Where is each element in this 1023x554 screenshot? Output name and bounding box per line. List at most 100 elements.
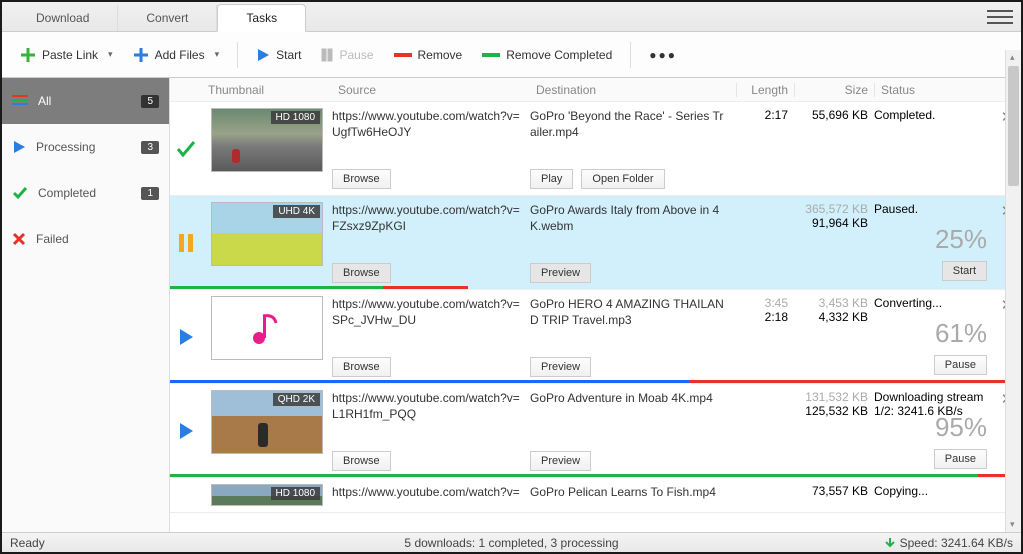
- browse-button[interactable]: Browse: [332, 451, 391, 471]
- status-text: Copying...: [874, 484, 928, 498]
- preview-button[interactable]: Preview: [530, 451, 591, 471]
- tab-convert[interactable]: Convert: [118, 5, 217, 31]
- size-value: 55,696 KB: [794, 108, 874, 189]
- status-text: Paused.: [874, 202, 918, 216]
- play-icon: [178, 422, 194, 440]
- header-status[interactable]: Status: [874, 83, 993, 97]
- length-total: 3:45: [736, 296, 788, 310]
- status-ready: Ready: [2, 536, 53, 550]
- size-value: 73,557 KB: [794, 484, 874, 506]
- paste-link-label: Paste Link: [42, 48, 98, 62]
- sidebar-item-label: Processing: [36, 140, 95, 154]
- menu-icon[interactable]: [987, 6, 1013, 28]
- header-thumbnail[interactable]: Thumbnail: [202, 83, 332, 97]
- dots-icon: ●●●: [649, 48, 677, 62]
- destination-name: GoPro Awards Italy from Above in 4K.webm: [530, 202, 728, 234]
- tasks-container[interactable]: HD 1080 https://www.youtube.com/watch?v=…: [170, 102, 1021, 532]
- status-summary: 5 downloads: 1 completed, 3 processing: [404, 536, 618, 550]
- task-row[interactable]: https://www.youtube.com/watch?v=SPc_JVHw…: [170, 290, 1021, 384]
- main-tabs: Download Convert Tasks: [2, 2, 1021, 32]
- progress-percent: 61%: [935, 318, 987, 349]
- browse-button[interactable]: Browse: [332, 357, 391, 377]
- source-url: https://www.youtube.com/watch?v=SPc_JVHw…: [332, 296, 522, 328]
- sidebar-item-processing[interactable]: Processing 3: [2, 124, 169, 170]
- quality-badge: HD 1080: [271, 111, 320, 124]
- thumbnail: UHD 4K: [211, 202, 323, 266]
- pause-task-button[interactable]: Pause: [934, 355, 987, 375]
- quality-badge: UHD 4K: [273, 205, 320, 218]
- check-icon: [176, 140, 196, 158]
- sidebar: All 5 Processing 3 Completed 1 Failed: [2, 78, 170, 532]
- sidebar-item-label: Failed: [36, 232, 69, 246]
- remove-completed-button[interactable]: Remove Completed: [474, 42, 620, 68]
- thumbnail: QHD 2K: [211, 390, 323, 454]
- paste-link-button[interactable]: Paste Link ▾: [12, 41, 121, 69]
- pause-button: Pause: [313, 42, 381, 68]
- source-url: https://www.youtube.com/watch?v=UgfTw6He…: [332, 108, 522, 140]
- remove-completed-label: Remove Completed: [506, 48, 612, 62]
- tab-tasks[interactable]: Tasks: [217, 4, 306, 32]
- destination-name: GoPro 'Beyond the Race' - Series Trailer…: [530, 108, 728, 140]
- open-folder-button[interactable]: Open Folder: [581, 169, 664, 189]
- browse-button[interactable]: Browse: [332, 169, 391, 189]
- destination-name: GoPro Pelican Learns To Fish.mp4: [530, 484, 728, 500]
- thumbnail: [211, 296, 323, 360]
- plus-icon: [133, 47, 149, 63]
- header-destination[interactable]: Destination: [530, 83, 736, 97]
- progress-percent: 95%: [935, 412, 987, 443]
- sidebar-item-label: All: [38, 94, 51, 108]
- task-row[interactable]: HD 1080 https://www.youtube.com/watch?v=…: [170, 478, 1021, 513]
- header-size[interactable]: Size: [794, 83, 874, 97]
- size-value: 91,964 KB: [794, 216, 868, 230]
- list-icon: [12, 94, 28, 108]
- source-url: https://www.youtube.com/watch?v=FZsxz9Zp…: [332, 202, 522, 234]
- size-value: 4,332 KB: [794, 310, 868, 324]
- scrollbar[interactable]: [1005, 50, 1021, 532]
- header-source[interactable]: Source: [332, 83, 530, 97]
- play-icon: [12, 140, 26, 154]
- music-note-icon: [250, 311, 284, 345]
- thumbnail: HD 1080: [211, 484, 323, 506]
- pause-icon: [178, 233, 194, 253]
- start-button[interactable]: Start: [248, 42, 309, 68]
- start-label: Start: [276, 48, 301, 62]
- size-total: 3,453 KB: [794, 296, 868, 310]
- pause-label: Pause: [339, 48, 373, 62]
- more-button[interactable]: ●●●: [641, 42, 685, 68]
- sidebar-item-label: Completed: [38, 186, 96, 200]
- browse-button[interactable]: Browse: [332, 263, 391, 283]
- play-button[interactable]: Play: [530, 169, 573, 189]
- size-total: 365,572 KB: [794, 202, 868, 216]
- destination-name: GoPro Adventure in Moab 4K.mp4: [530, 390, 728, 406]
- check-icon: [12, 186, 28, 200]
- task-row[interactable]: UHD 4K https://www.youtube.com/watch?v=F…: [170, 196, 1021, 290]
- preview-button[interactable]: Preview: [530, 263, 591, 283]
- task-row[interactable]: HD 1080 https://www.youtube.com/watch?v=…: [170, 102, 1021, 196]
- sidebar-item-failed[interactable]: Failed: [2, 216, 169, 262]
- task-row[interactable]: QHD 2K https://www.youtube.com/watch?v=L…: [170, 384, 1021, 478]
- tab-download[interactable]: Download: [8, 5, 118, 31]
- toolbar: Paste Link ▾ Add Files ▾ Start Pause Rem…: [2, 32, 1021, 78]
- size-value: 125,532 KB: [794, 404, 868, 418]
- remove-label: Remove: [418, 48, 463, 62]
- size-total: 131,532 KB: [794, 390, 868, 404]
- count-badge: 3: [141, 141, 159, 154]
- header-length[interactable]: Length: [736, 83, 794, 97]
- chevron-down-icon: ▾: [215, 49, 220, 60]
- scrollbar-thumb[interactable]: [1008, 66, 1019, 186]
- sidebar-item-completed[interactable]: Completed 1: [2, 170, 169, 216]
- task-list-area: Thumbnail Source Destination Length Size…: [170, 78, 1021, 532]
- status-text: Converting...: [874, 296, 942, 310]
- minus-icon: [394, 52, 412, 58]
- add-files-button[interactable]: Add Files ▾: [125, 41, 228, 69]
- start-task-button[interactable]: Start: [942, 261, 987, 281]
- x-icon: [12, 232, 26, 246]
- sidebar-item-all[interactable]: All 5: [2, 78, 169, 124]
- preview-button[interactable]: Preview: [530, 357, 591, 377]
- minus-icon: [482, 52, 500, 58]
- length-value: 2:17: [736, 108, 794, 189]
- pause-task-button[interactable]: Pause: [934, 449, 987, 469]
- count-badge: 5: [141, 95, 159, 108]
- chevron-down-icon: ▾: [108, 49, 113, 60]
- remove-button[interactable]: Remove: [386, 42, 471, 68]
